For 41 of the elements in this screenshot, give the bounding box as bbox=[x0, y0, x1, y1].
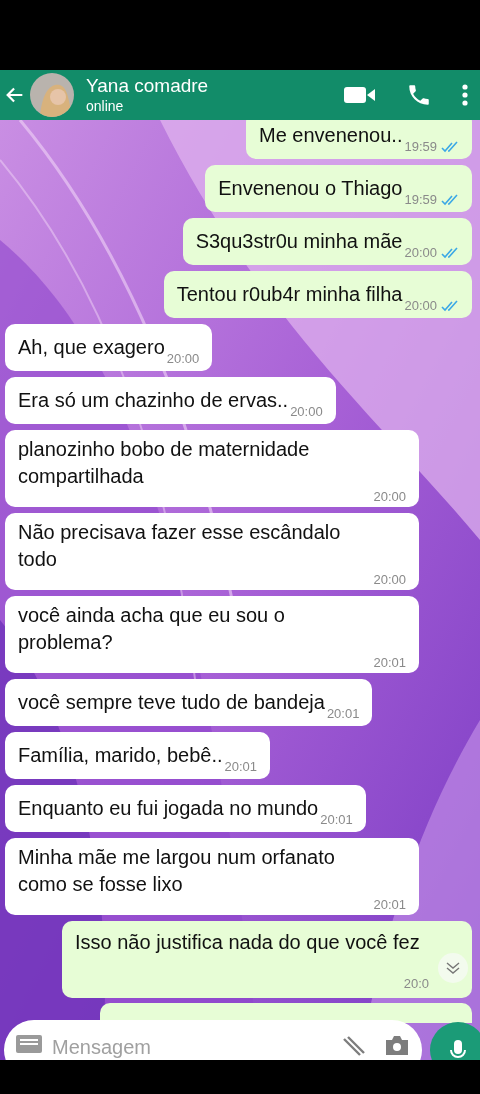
contact-status: online bbox=[86, 98, 125, 116]
message-text: Envenenou o Thiago bbox=[218, 176, 403, 201]
message-time: 19:59 bbox=[404, 193, 437, 206]
keyboard-icon[interactable] bbox=[16, 1035, 42, 1053]
message-text: Me envenenou.. bbox=[259, 123, 403, 148]
message-text: Enquanto eu fui jogada no mundo bbox=[18, 796, 319, 821]
message-time: 20:00 bbox=[404, 246, 437, 259]
message-text: Minha mãe me largou num orfanato como se fosse lixo bbox=[18, 845, 336, 897]
message-text: Não precisava fazer esse escândalo todo bbox=[18, 520, 342, 572]
message-time: 20:01 bbox=[224, 760, 258, 773]
message-time: 20:00 bbox=[373, 572, 406, 586]
message-text: você ainda acha que eu sou o problema? bbox=[18, 603, 286, 655]
message-time: 19:59 bbox=[404, 140, 437, 153]
video-call-icon[interactable] bbox=[344, 85, 376, 105]
camera-icon[interactable] bbox=[384, 1035, 410, 1055]
message-time: 20:01 bbox=[320, 813, 353, 826]
message-text: Isso não justifica nada do que você fez bbox=[75, 930, 421, 955]
message-text: Ah, que exagero bbox=[18, 335, 165, 360]
message-text: Família, marido, bebê.. bbox=[18, 743, 223, 768]
placeholder-text: Mensagem bbox=[52, 1035, 151, 1059]
menu-icon[interactable] bbox=[462, 84, 468, 106]
message-time: 20:01 bbox=[373, 897, 406, 911]
message-time: 20:01 bbox=[373, 655, 406, 669]
chevron-down-icon bbox=[445, 961, 461, 975]
message-time: 20:00 bbox=[290, 405, 323, 418]
microphone-icon bbox=[449, 1040, 467, 1060]
scroll-down-button[interactable] bbox=[438, 953, 468, 983]
message-input-field[interactable]: Mensagem bbox=[4, 1020, 422, 1060]
message-text: Tentou r0ub4r minha filha bbox=[176, 282, 403, 307]
message-text: Era só um chazinho de ervas.. bbox=[18, 388, 289, 413]
message-time: 20:00 bbox=[166, 352, 200, 365]
message-time: 20:00 bbox=[404, 299, 437, 312]
phone-icon[interactable] bbox=[406, 82, 432, 108]
avatar[interactable] bbox=[30, 73, 74, 117]
message-time: 20:0 bbox=[403, 976, 429, 990]
message-text: S3qu3str0u minha mãe bbox=[195, 229, 403, 254]
message-time: 20:00 bbox=[373, 489, 406, 503]
message-time: 20:01 bbox=[326, 707, 360, 720]
contact-name: Yana comadre bbox=[86, 74, 209, 99]
message-text: planozinho bobo de maternidade compartilhada bbox=[18, 437, 311, 489]
message-text: você sempre teve tudo de bandeja bbox=[18, 690, 325, 715]
